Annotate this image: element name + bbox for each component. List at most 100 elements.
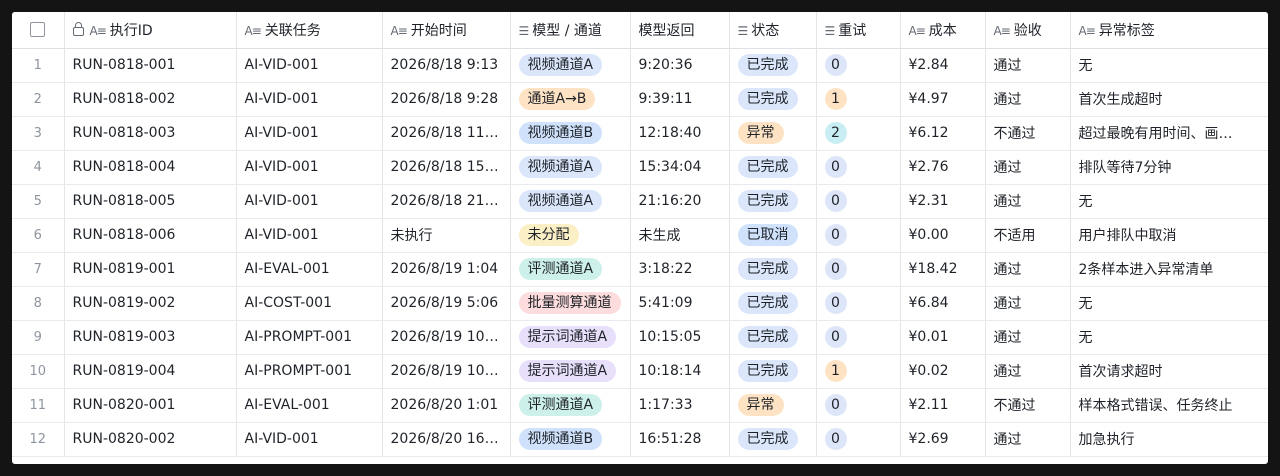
status-cell[interactable]: 已完成 <box>729 82 817 117</box>
retry-cell[interactable]: 0 <box>816 48 901 83</box>
run-id-cell[interactable]: RUN-0819-002 <box>64 286 237 321</box>
retry-cell[interactable]: 0 <box>816 150 901 185</box>
anomaly-tag-cell[interactable]: 样本格式错误、任务终止 <box>1070 388 1268 423</box>
model-return-cell[interactable]: 1:17:33 <box>630 388 730 423</box>
start-time-cell[interactable]: 2026/8/19 1:04 <box>382 252 511 287</box>
column-header[interactable]: A≡ 开始时间 <box>382 12 511 49</box>
table-row[interactable]: 11 RUN-0820-001 AI-EVAL-001 2026/8/20 1:01 评… <box>12 388 1268 423</box>
channel-cell[interactable]: 视频通道B <box>510 422 631 457</box>
start-time-cell[interactable]: 2026/8/18 11:52 <box>382 116 511 151</box>
cost-cell[interactable]: ¥2.69 <box>900 422 986 457</box>
retry-cell[interactable]: 1 <box>816 354 901 389</box>
cost-cell[interactable]: ¥2.31 <box>900 184 986 219</box>
column-header[interactable]: A≡ 异常标签 <box>1070 12 1268 49</box>
anomaly-tag-cell[interactable]: 超过最晚有用时间、画… <box>1070 116 1268 151</box>
task-cell[interactable]: AI-PROMPT-001 <box>236 320 383 355</box>
select-all-checkbox[interactable] <box>30 22 46 38</box>
retry-cell[interactable]: 0 <box>816 184 901 219</box>
task-cell[interactable]: AI-VID-001 <box>236 422 383 457</box>
status-cell[interactable]: 已完成 <box>729 150 817 185</box>
status-cell[interactable]: 已完成 <box>729 422 817 457</box>
channel-cell[interactable]: 提示词通道A <box>510 320 631 355</box>
run-id-cell[interactable]: RUN-0818-001 <box>64 48 237 83</box>
start-time-cell[interactable]: 2026/8/20 16:… <box>382 422 511 457</box>
acceptance-cell[interactable]: 不通过 <box>985 116 1071 151</box>
run-id-cell[interactable]: RUN-0818-003 <box>64 116 237 151</box>
start-time-cell[interactable]: 2026/8/19 5:06 <box>382 286 511 321</box>
task-cell[interactable]: AI-VID-001 <box>236 184 383 219</box>
anomaly-tag-cell[interactable]: 无 <box>1070 286 1268 321</box>
column-header[interactable]: ☰ 重试 <box>816 12 901 49</box>
model-return-cell[interactable]: 15:34:04 <box>630 150 730 185</box>
retry-cell[interactable]: 0 <box>816 286 901 321</box>
run-id-cell[interactable]: RUN-0818-005 <box>64 184 237 219</box>
channel-cell[interactable]: 视频通道A <box>510 48 631 83</box>
status-cell[interactable]: 已完成 <box>729 184 817 219</box>
acceptance-cell[interactable]: 不适用 <box>985 218 1071 253</box>
table-row[interactable]: 2 RUN-0818-002 AI-VID-001 2026/8/18 9:28 通道A… <box>12 82 1268 117</box>
start-time-cell[interactable]: 2026/8/20 1:01 <box>382 388 511 423</box>
start-time-cell[interactable]: 2026/8/19 10:15 <box>382 320 511 355</box>
acceptance-cell[interactable]: 通过 <box>985 320 1071 355</box>
table-row[interactable]: 4 RUN-0818-004 AI-VID-001 2026/8/18 15:… 视频通… <box>12 150 1268 185</box>
channel-cell[interactable]: 评测通道A <box>510 388 631 423</box>
acceptance-cell[interactable]: 通过 <box>985 354 1071 389</box>
task-cell[interactable]: AI-EVAL-001 <box>236 388 383 423</box>
start-time-cell[interactable]: 未执行 <box>382 218 511 253</box>
status-cell[interactable]: 异常 <box>729 116 817 151</box>
anomaly-tag-cell[interactable]: 用户排队中取消 <box>1070 218 1268 253</box>
channel-cell[interactable]: 提示词通道A <box>510 354 631 389</box>
table-row[interactable]: 12 RUN-0820-002 AI-VID-001 2026/8/20 16:… 视频… <box>12 422 1268 457</box>
model-return-cell[interactable]: 16:51:28 <box>630 422 730 457</box>
cost-cell[interactable]: ¥6.84 <box>900 286 986 321</box>
anomaly-tag-cell[interactable]: 无 <box>1070 48 1268 83</box>
cost-cell[interactable]: ¥0.02 <box>900 354 986 389</box>
anomaly-tag-cell[interactable]: 加急执行 <box>1070 422 1268 457</box>
start-time-cell[interactable]: 2026/8/18 21:10 <box>382 184 511 219</box>
model-return-cell[interactable]: 10:15:05 <box>630 320 730 355</box>
acceptance-cell[interactable]: 通过 <box>985 82 1071 117</box>
column-header[interactable]: ☰ 状态 <box>729 12 817 49</box>
column-header[interactable]: ☰ 模型 / 通道 <box>510 12 631 49</box>
model-return-cell[interactable]: 21:16:20 <box>630 184 730 219</box>
run-id-cell[interactable]: RUN-0818-004 <box>64 150 237 185</box>
retry-cell[interactable]: 0 <box>816 252 901 287</box>
table-row[interactable]: 3 RUN-0818-003 AI-VID-001 2026/8/18 11:52 视频… <box>12 116 1268 151</box>
column-header[interactable]: A≡ 成本 <box>900 12 986 49</box>
table-row[interactable]: 9 RUN-0819-003 AI-PROMPT-001 2026/8/19 10:1… <box>12 320 1268 355</box>
task-cell[interactable]: AI-EVAL-001 <box>236 252 383 287</box>
model-return-cell[interactable]: 3:18:22 <box>630 252 730 287</box>
table-row[interactable]: 1 RUN-0818-001 AI-VID-001 2026/8/18 9:13 视频通… <box>12 48 1268 83</box>
task-cell[interactable]: AI-VID-001 <box>236 48 383 83</box>
channel-cell[interactable]: 批量测算通道 <box>510 286 631 321</box>
acceptance-cell[interactable]: 不通过 <box>985 388 1071 423</box>
run-id-cell[interactable]: RUN-0819-003 <box>64 320 237 355</box>
start-time-cell[interactable]: 2026/8/18 9:13 <box>382 48 511 83</box>
model-return-cell[interactable]: 10:18:14 <box>630 354 730 389</box>
model-return-cell[interactable]: 9:20:36 <box>630 48 730 83</box>
status-cell[interactable]: 已完成 <box>729 320 817 355</box>
cost-cell[interactable]: ¥2.11 <box>900 388 986 423</box>
column-header[interactable]: 模型返回 <box>630 12 730 49</box>
task-cell[interactable]: AI-VID-001 <box>236 116 383 151</box>
run-id-cell[interactable]: RUN-0819-001 <box>64 252 237 287</box>
cost-cell[interactable]: ¥2.84 <box>900 48 986 83</box>
channel-cell[interactable]: 未分配 <box>510 218 631 253</box>
anomaly-tag-cell[interactable]: 无 <box>1070 184 1268 219</box>
model-return-cell[interactable]: 5:41:09 <box>630 286 730 321</box>
anomaly-tag-cell[interactable]: 2条样本进入异常清单 <box>1070 252 1268 287</box>
run-id-cell[interactable]: RUN-0820-002 <box>64 422 237 457</box>
status-cell[interactable]: 已完成 <box>729 48 817 83</box>
status-cell[interactable]: 已完成 <box>729 286 817 321</box>
anomaly-tag-cell[interactable]: 无 <box>1070 320 1268 355</box>
retry-cell[interactable]: 2 <box>816 116 901 151</box>
cost-cell[interactable]: ¥4.97 <box>900 82 986 117</box>
cost-cell[interactable]: ¥0.00 <box>900 218 986 253</box>
cost-cell[interactable]: ¥0.01 <box>900 320 986 355</box>
status-cell[interactable]: 已完成 <box>729 252 817 287</box>
acceptance-cell[interactable]: 通过 <box>985 286 1071 321</box>
anomaly-tag-cell[interactable]: 排队等待7分钟 <box>1070 150 1268 185</box>
channel-cell[interactable]: 视频通道A <box>510 150 631 185</box>
start-time-cell[interactable]: 2026/8/18 9:28 <box>382 82 511 117</box>
run-id-cell[interactable]: RUN-0820-001 <box>64 388 237 423</box>
